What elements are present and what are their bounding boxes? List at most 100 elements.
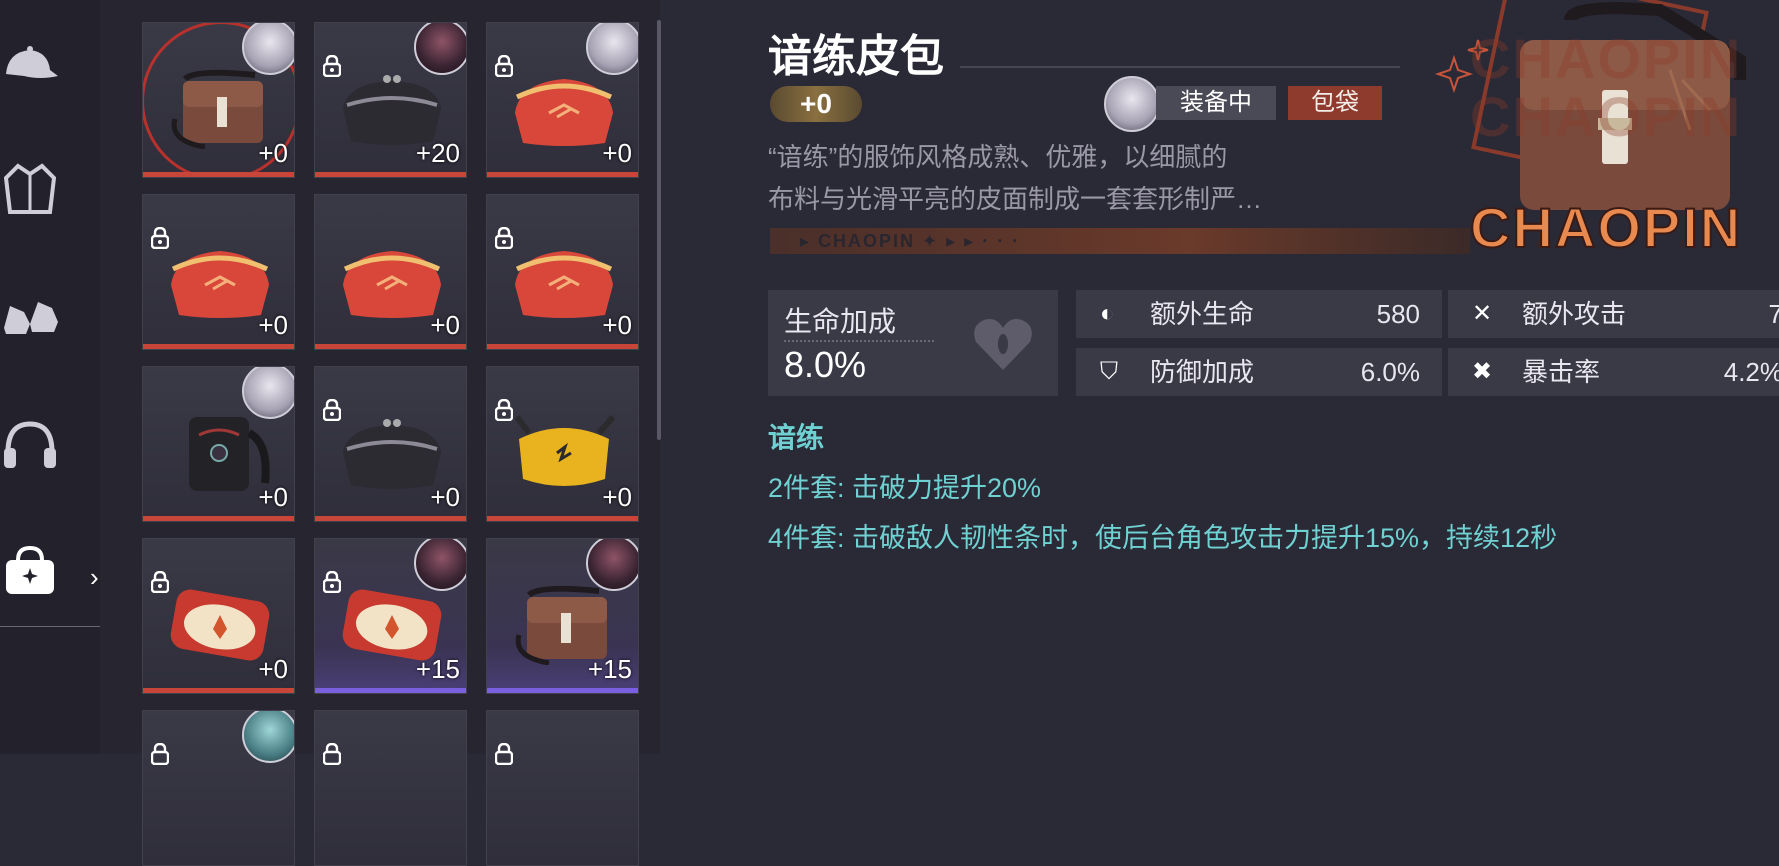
item-level: +0 (602, 482, 632, 512)
main-stat-value: 8.0% (784, 344, 867, 385)
character-avatar (414, 539, 466, 591)
inventory-item-red-pouch[interactable]: +0 (142, 538, 295, 694)
item-level: +0 (430, 482, 460, 512)
brand-ghost-text: CHAOPIN (1470, 85, 1743, 148)
item-level-badge: +0 (770, 86, 862, 122)
crit-icon: ✖ (1472, 358, 1493, 385)
active-category-arrow: › (90, 562, 99, 592)
sub-stat-extra-atk: ✕ 额外攻击 7 (1448, 290, 1779, 338)
item-level: +15 (587, 654, 632, 684)
description-line-1: “谙练”的服饰风格成熟、优雅，以细腻的 (768, 142, 1228, 172)
red-clutch-icon (171, 251, 269, 318)
item-level: +20 (415, 138, 460, 168)
inventory-item-red-clutch[interactable]: +0 (486, 194, 639, 350)
lock-icon (150, 570, 170, 594)
item-description: “谙练”的服饰风格成熟、优雅，以细腻的 布料与光滑平亮的皮面制成一套套形制严… (768, 136, 1388, 220)
sub-stat-value: 7 (1768, 299, 1779, 329)
inventory-item-red-clutch[interactable]: +0 (142, 194, 295, 350)
equipped-status-tag: 装备中 (1156, 86, 1276, 120)
inventory-item-black-backpack[interactable]: +0 (142, 366, 295, 522)
jacket-icon[interactable] (0, 158, 60, 218)
lock-icon (150, 226, 170, 250)
cap-icon[interactable] (0, 36, 60, 96)
category-sidebar: › (0, 0, 110, 754)
inventory-item-yellow-waistbag[interactable]: +0 (486, 366, 639, 522)
inventory-scrollbar[interactable] (657, 20, 661, 440)
item-title: 谙练皮包 (768, 32, 944, 81)
inventory-item-red-pouch[interactable]: +15 (314, 538, 467, 694)
lock-icon (494, 54, 514, 78)
item-level: +0 (258, 310, 288, 340)
brand-logo-text: CHAOPIN (1469, 195, 1743, 260)
item-level: +0 (602, 310, 632, 340)
item-level: +0 (602, 138, 632, 168)
red-clutch-icon (515, 251, 613, 318)
lock-icon (322, 398, 342, 422)
sub-stat-name: 额外生命 (1150, 299, 1255, 329)
character-avatar (242, 367, 294, 419)
rarity-bar (315, 344, 466, 349)
set-bonus-4pc: 4件套: 击破敌人韧性条时，使后台角色攻击力提升15%，持续12秒 (768, 523, 1558, 553)
inventory-item-red-clutch[interactable]: +0 (314, 194, 467, 350)
item-level: +0 (258, 654, 288, 684)
main-stat-card: 生命加成 8.0% (768, 290, 1058, 396)
brown-satchel-icon (171, 69, 263, 149)
inventory-item-black-clutch[interactable]: +20 (314, 22, 467, 178)
inventory-item-red-clutch[interactable]: +0 (486, 22, 639, 178)
rarity-bar (487, 516, 638, 521)
black-backpack-icon (189, 417, 270, 491)
sub-stat-value: 580 (1376, 299, 1420, 329)
rarity-bar (143, 516, 294, 521)
sub-stat-def-bonus: ⛉ 防御加成 6.0% (1076, 348, 1442, 396)
shoes-icon[interactable] (0, 288, 60, 348)
red-pouch-icon (170, 589, 270, 661)
item-level: +15 (415, 654, 460, 684)
title-divider (960, 66, 1400, 68)
character-avatar (242, 23, 294, 75)
brown-satchel-icon (515, 585, 607, 665)
rarity-bar (315, 516, 466, 521)
rarity-bar (143, 688, 294, 693)
inventory-item-black-clutch[interactable]: +0 (314, 366, 467, 522)
item-level: +0 (258, 138, 288, 168)
rarity-bar (487, 172, 638, 177)
sub-stat-name: 防御加成 (1150, 357, 1255, 387)
bag-icon[interactable] (0, 540, 60, 600)
red-pouch-icon (342, 589, 442, 661)
black-clutch-icon (343, 419, 441, 489)
heart-shield-icon (968, 308, 1038, 378)
headphones-icon[interactable] (0, 414, 60, 474)
lock-icon (322, 54, 342, 78)
rarity-bar (143, 172, 294, 177)
set-bonus-2pc: 2件套: 击破力提升20% (768, 473, 1042, 503)
character-avatar (414, 23, 466, 75)
equipped-character-avatar (1104, 76, 1160, 132)
character-avatar (242, 711, 294, 763)
description-line-2: 布料与光滑平亮的皮面制成一套套形制严… (768, 184, 1263, 214)
main-stat-label: 生命加成 (784, 306, 897, 337)
inventory-item-brown-satchel[interactable]: +0 (142, 22, 295, 178)
character-avatar (586, 23, 638, 75)
inventory-item-partial[interactable] (142, 710, 295, 866)
lock-icon (322, 570, 342, 594)
character-avatar (586, 539, 638, 591)
lock-icon (494, 398, 514, 422)
main-stat-dots (784, 340, 934, 342)
inventory-item-partial[interactable] (314, 710, 467, 866)
inventory-item-brown-satchel[interactable]: +15 (486, 538, 639, 694)
brand-strip: ▸ CHAOPIN ✦ ▸ ▸ · · · (770, 228, 1470, 254)
item-level: +0 (430, 310, 460, 340)
brand-ghost-text: CHAOPIN (1470, 27, 1743, 90)
crossed-swords-icon: ✕ (1472, 300, 1493, 327)
red-clutch-icon (343, 251, 441, 318)
heart-drop-icon: ◐ (1100, 300, 1115, 327)
rarity-bar (143, 344, 294, 349)
lock-icon (150, 742, 170, 766)
sub-stat-name: 额外攻击 (1522, 299, 1627, 329)
yellow-waistbag-icon (514, 415, 616, 486)
inventory-item-partial[interactable] (486, 710, 639, 866)
shield-icon: ⛉ (1100, 358, 1118, 385)
rarity-bar (487, 344, 638, 349)
slot-type-tag: 包袋 (1288, 86, 1382, 120)
sub-stat-extra-hp: ◐ 额外生命 580 (1076, 290, 1442, 338)
